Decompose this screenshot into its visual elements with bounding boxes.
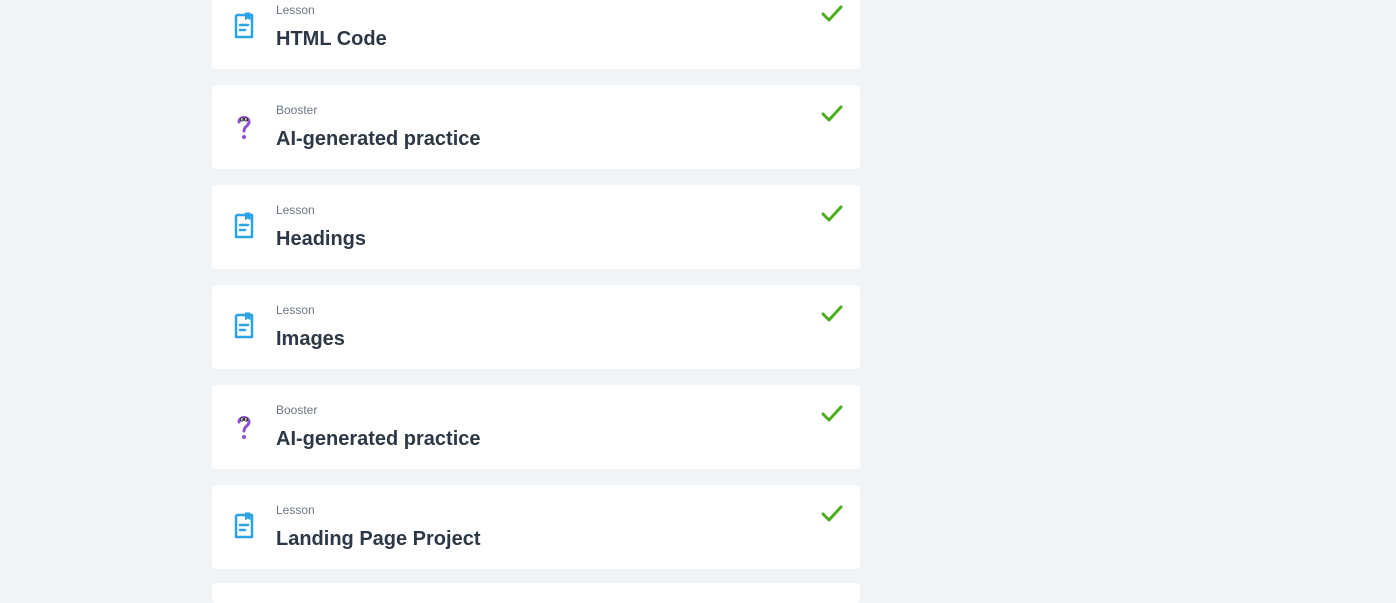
question-mark-icon [232, 111, 256, 141]
lesson-document-icon [232, 11, 256, 41]
item-kind-label: Lesson [276, 303, 315, 317]
course-item-landing-page-project[interactable]: Lesson Landing Page Project [212, 485, 860, 569]
course-item-ai-practice-2[interactable]: Booster AI-generated practice [212, 385, 860, 469]
course-item-list: Lesson HTML Code Booster AI-generated pr… [212, 0, 860, 585]
item-kind-label: Lesson [276, 503, 315, 517]
lesson-document-icon [232, 211, 256, 241]
question-mark-icon [232, 411, 256, 441]
course-item-headings[interactable]: Lesson Headings [212, 185, 860, 269]
checkmark-icon [820, 302, 844, 326]
item-title: AI-generated practice [276, 128, 481, 150]
item-title: Headings [276, 228, 367, 250]
lesson-document-icon [232, 511, 256, 541]
next-course-item-partial[interactable] [212, 583, 860, 603]
course-item-ai-practice-1[interactable]: Booster AI-generated practice [212, 85, 860, 169]
checkmark-icon [820, 102, 844, 126]
course-item-html-code[interactable]: Lesson HTML Code [212, 0, 860, 69]
item-title: HTML Code [276, 28, 387, 50]
item-title: AI-generated practice [276, 428, 481, 450]
checkmark-icon [820, 202, 844, 226]
checkmark-icon [820, 402, 844, 426]
item-title: Landing Page Project [276, 528, 481, 550]
lesson-document-icon [232, 311, 256, 341]
item-kind-label: Booster [276, 403, 318, 417]
checkmark-icon [820, 502, 844, 526]
item-kind-label: Lesson [276, 203, 315, 217]
item-kind-label: Booster [276, 103, 318, 117]
item-title: Images [276, 328, 345, 350]
course-item-images[interactable]: Lesson Images [212, 285, 860, 369]
checkmark-icon [820, 2, 844, 26]
item-kind-label: Lesson [276, 3, 315, 17]
